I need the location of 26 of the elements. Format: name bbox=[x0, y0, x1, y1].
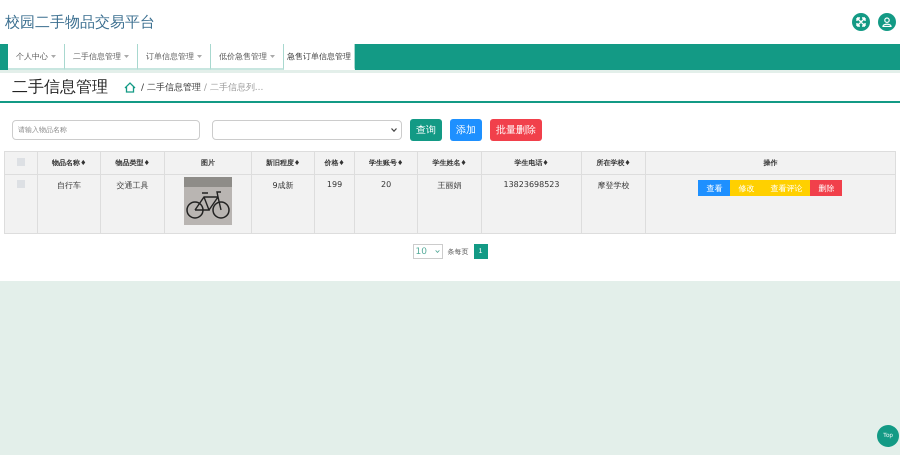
table-cell: 13823698523 bbox=[504, 180, 560, 189]
fullscreen-icon[interactable] bbox=[852, 13, 870, 31]
nav-tab[interactable]: 低价急售管理 bbox=[211, 44, 284, 70]
table-cell: 摩登学校 bbox=[597, 181, 630, 190]
page-title: 二手信息管理 bbox=[12, 76, 108, 98]
breadcrumb-link[interactable]: / 二手信息管理 bbox=[141, 80, 201, 94]
site-title: 校园二手物品交易平台 bbox=[5, 12, 155, 32]
nav-tab[interactable]: 二手信息管理 bbox=[65, 44, 138, 70]
toolbar-button[interactable]: 批量删除 bbox=[490, 119, 542, 141]
row-action-button[interactable]: 删除 bbox=[810, 180, 842, 196]
table-cell: 交通工具 bbox=[116, 181, 149, 190]
toolbar-button[interactable]: 查询 bbox=[410, 119, 442, 141]
nav-tab[interactable]: 订单信息管理 bbox=[138, 44, 211, 70]
table-cell: 20 bbox=[380, 180, 392, 189]
nav-tab[interactable]: 个人中心 bbox=[8, 44, 65, 70]
page-size-value: 10 bbox=[416, 246, 427, 256]
chevron-down-icon bbox=[434, 250, 440, 253]
bicycle-photo bbox=[184, 177, 232, 225]
table-cell: 9成新 bbox=[272, 181, 294, 190]
table-cell: 王丽娟 bbox=[438, 181, 462, 190]
table-cell: 自行车 bbox=[57, 181, 82, 190]
user-icon[interactable] bbox=[878, 13, 896, 31]
table-cell: 199 bbox=[326, 180, 342, 189]
home-icon[interactable] bbox=[124, 82, 136, 92]
chevron-down-icon bbox=[391, 128, 397, 132]
nav-tab[interactable]: 急售订单信息管理 bbox=[284, 44, 355, 70]
